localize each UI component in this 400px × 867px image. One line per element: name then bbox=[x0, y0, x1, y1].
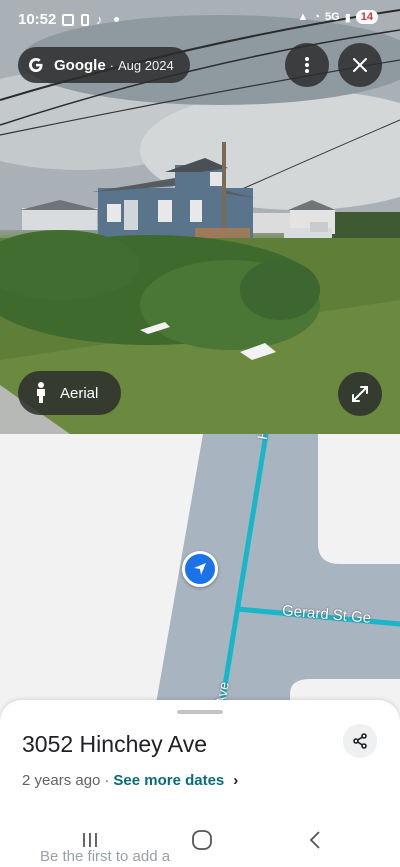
battery-badge: 14 bbox=[355, 10, 378, 24]
status-system-icons: ▲ ◔ 5G ▮ 14 bbox=[297, 10, 378, 24]
location-marker[interactable] bbox=[182, 551, 218, 587]
google-g-icon bbox=[29, 58, 43, 72]
fullscreen-button[interactable] bbox=[338, 372, 382, 416]
meta-separator: · bbox=[104, 772, 110, 789]
expand-icon bbox=[352, 386, 368, 402]
alarm-icon: ◔ bbox=[313, 11, 320, 23]
more-options-button[interactable] bbox=[285, 43, 329, 87]
imagery-source-chip[interactable]: Google · Aug 2024 bbox=[18, 47, 190, 83]
see-more-dates-link[interactable]: See more dates bbox=[113, 772, 224, 789]
signal-icon: ▮ bbox=[344, 11, 351, 24]
screenshot-icon bbox=[62, 13, 74, 26]
aerial-button[interactable]: Aerial bbox=[18, 371, 121, 415]
navigation-arrow-icon bbox=[194, 563, 206, 575]
status-notification-icons: ♪ bbox=[62, 12, 119, 27]
more-vertical-icon bbox=[305, 57, 309, 73]
close-button[interactable] bbox=[338, 43, 382, 87]
system-nav-bar bbox=[0, 815, 400, 867]
place-address: 3052 Hinchey Ave bbox=[22, 731, 207, 757]
imagery-meta: 2 years ago · See more dates › bbox=[22, 772, 238, 789]
recent-apps-button[interactable] bbox=[60, 815, 120, 865]
brand-label: Google bbox=[54, 56, 106, 74]
back-button[interactable] bbox=[285, 815, 345, 865]
back-icon bbox=[309, 831, 320, 849]
chevron-right-icon: › bbox=[233, 772, 239, 789]
aerial-label: Aerial bbox=[60, 384, 99, 402]
music-note-icon: ♪ bbox=[96, 12, 103, 27]
home-icon bbox=[192, 830, 212, 850]
capture-date: Aug 2024 bbox=[118, 57, 174, 73]
phone-icon bbox=[81, 13, 89, 26]
status-time: 10:52 bbox=[18, 11, 57, 28]
share-icon bbox=[353, 733, 367, 749]
share-button[interactable] bbox=[343, 724, 377, 758]
close-icon bbox=[353, 58, 367, 72]
status-bar: 10:52 ♪ ▲ ◔ 5G ▮ 14 bbox=[0, 0, 400, 40]
sheet-drag-handle[interactable] bbox=[177, 710, 223, 714]
person-icon bbox=[37, 382, 45, 403]
wifi-icon: ▲ bbox=[297, 11, 309, 23]
network-label: 5G bbox=[325, 11, 340, 23]
imagery-age: 2 years ago bbox=[22, 772, 101, 789]
notification-dot-icon bbox=[113, 17, 119, 22]
separator: · bbox=[109, 57, 115, 73]
home-button[interactable] bbox=[172, 815, 232, 865]
recent-apps-icon bbox=[83, 833, 97, 847]
